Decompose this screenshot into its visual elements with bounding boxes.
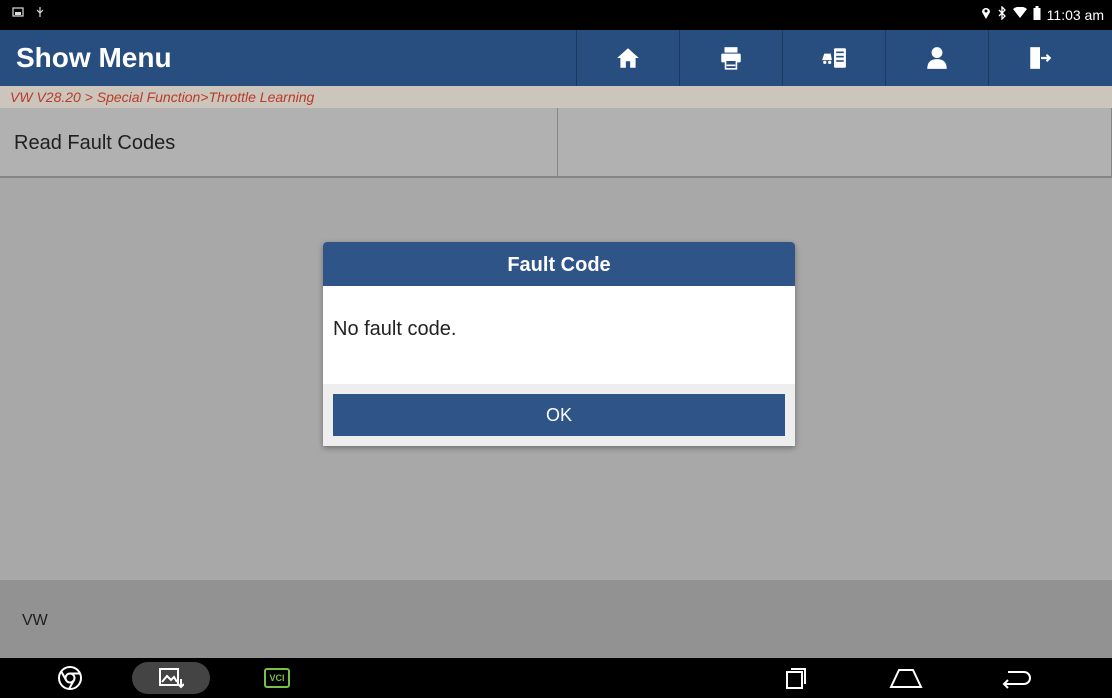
user-button[interactable] [885, 30, 988, 86]
status-left-icons [12, 6, 46, 22]
gallery-icon[interactable] [132, 662, 210, 694]
fault-code-dialog: Fault Code No fault code. OK [323, 242, 795, 446]
print-button[interactable] [679, 30, 782, 86]
page-title: Show Menu [16, 42, 172, 73]
recent-apps-icon[interactable] [776, 662, 816, 694]
screenshot-icon [12, 6, 24, 22]
status-time: 11:03 am [1046, 7, 1104, 23]
status-bar: 11:03 am [0, 0, 1112, 30]
printer-icon [721, 47, 741, 70]
battery-icon [1033, 6, 1041, 24]
wifi-icon [1012, 6, 1027, 23]
exit-button[interactable] [988, 30, 1091, 86]
bluetooth-icon [997, 5, 1007, 24]
car-report-icon [822, 48, 846, 68]
status-right-icons: 11:03 am [981, 5, 1104, 24]
android-navbar: VCI [0, 658, 1112, 698]
dialog-title: Fault Code [323, 242, 795, 286]
report-button[interactable] [782, 30, 885, 86]
back-icon[interactable] [996, 662, 1036, 694]
home-button[interactable] [576, 30, 679, 86]
chrome-icon[interactable] [54, 662, 86, 694]
app-header: Show Menu [0, 30, 1112, 86]
toolbar [576, 30, 1091, 86]
vci-icon[interactable]: VCI [264, 668, 290, 688]
home-nav-icon[interactable] [886, 662, 926, 694]
usb-icon [34, 6, 46, 22]
dialog-footer: OK [323, 384, 795, 446]
location-icon [981, 6, 991, 24]
ok-button[interactable]: OK [333, 394, 785, 436]
exit-icon [1030, 47, 1052, 69]
vci-label: VCI [269, 673, 285, 683]
user-icon [927, 47, 947, 69]
home-icon [617, 48, 639, 68]
dialog-message: No fault code. [333, 318, 457, 340]
